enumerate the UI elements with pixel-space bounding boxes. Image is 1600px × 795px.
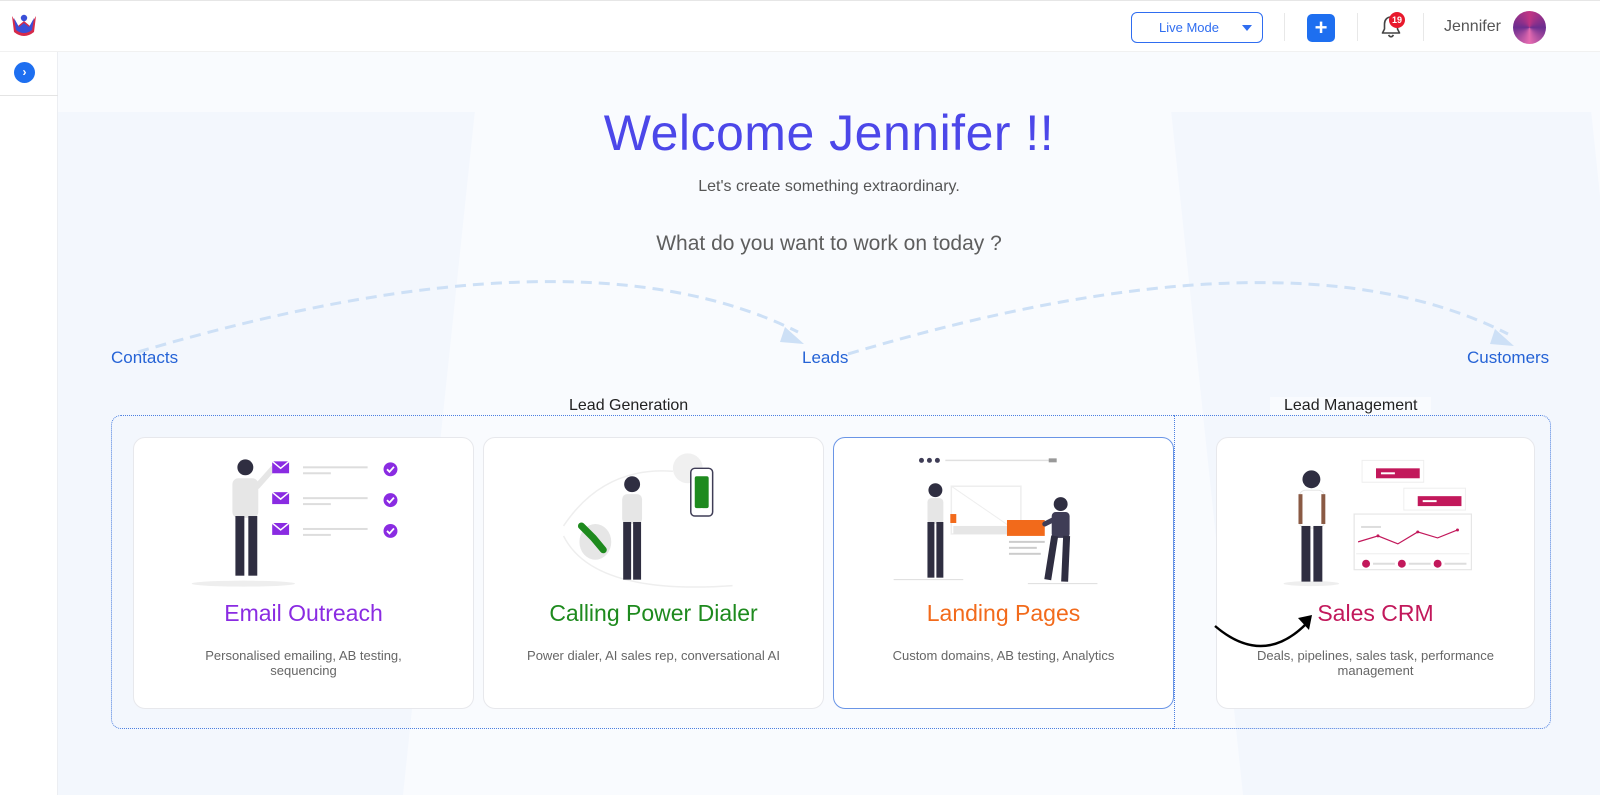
- divider: [1423, 13, 1424, 41]
- card-description: Custom domains, AB testing, Analytics: [892, 648, 1115, 663]
- card-title: Calling Power Dialer: [549, 600, 758, 626]
- notification-badge: 19: [1389, 12, 1405, 28]
- add-button[interactable]: +: [1307, 14, 1335, 42]
- stage-link-customers[interactable]: Customers: [1467, 348, 1549, 368]
- card-description: Personalised emailing, AB testing, seque…: [205, 648, 402, 678]
- sidebar: ›: [0, 52, 58, 795]
- card-description: Power dialer, AI sales rep, conversation…: [527, 648, 780, 663]
- email-outreach-illustration: [191, 459, 398, 587]
- card-title: Landing Pages: [926, 600, 1081, 626]
- stage-link-leads[interactable]: Leads: [802, 348, 848, 368]
- card-description: Deals, pipelines, sales task, performanc…: [1256, 648, 1494, 678]
- card-title: Sales CRM: [1317, 600, 1434, 626]
- lead-management-title: Lead Management: [1270, 397, 1432, 415]
- top-bar: Live Mode + 19 Jennifer: [0, 0, 1600, 52]
- main-content: Welcome Jennifer !! Let's create somethi…: [58, 52, 1600, 795]
- stage-link-contacts[interactable]: Contacts: [111, 348, 178, 368]
- app-logo-icon[interactable]: [9, 12, 39, 40]
- chevron-down-icon: [1242, 25, 1252, 31]
- divider: [1284, 13, 1285, 41]
- sales-crm-illustration: [1283, 459, 1472, 587]
- card-title: Email Outreach: [224, 600, 383, 626]
- calling-power-dialer-illustration: [562, 453, 733, 588]
- card-sales-crm[interactable]: Sales CRM Deals, pipelines, sales task, …: [1216, 437, 1535, 709]
- user-name[interactable]: Jennifer: [1444, 18, 1501, 36]
- card-landing-pages[interactable]: Landing Pages Custom domains, AB testing…: [833, 437, 1174, 709]
- divider: [1357, 13, 1358, 41]
- mode-select-value: Live Mode: [1159, 20, 1219, 35]
- card-email-outreach[interactable]: Email Outreach Personalised emailing, AB…: [133, 437, 474, 709]
- sidebar-expand-button[interactable]: ›: [14, 62, 35, 83]
- divider: [0, 95, 58, 96]
- mode-select[interactable]: Live Mode: [1131, 12, 1263, 43]
- card-calling-power-dialer[interactable]: Calling Power Dialer Power dialer, AI sa…: [483, 437, 824, 709]
- avatar[interactable]: [1513, 11, 1546, 44]
- landing-pages-illustration: [893, 457, 1098, 585]
- lead-generation-title: Lead Generation: [555, 397, 703, 415]
- chevron-right-icon: ›: [22, 65, 27, 79]
